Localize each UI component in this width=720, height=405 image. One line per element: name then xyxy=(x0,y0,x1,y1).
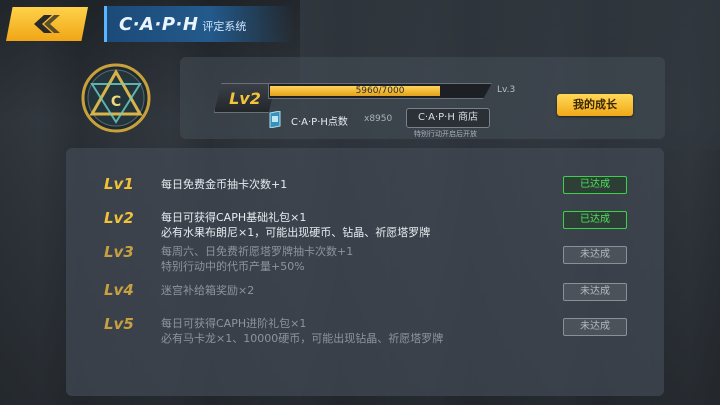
status-badge: 已达成 xyxy=(563,211,627,229)
page-title: C·A·P·H 评定系统 xyxy=(104,6,294,42)
current-level-text: Lv2 xyxy=(229,88,261,108)
title-main: C·A·P·H xyxy=(119,13,199,35)
row-level: Lv2 xyxy=(104,209,134,227)
row-level: Lv3 xyxy=(104,243,134,261)
caph-shop-button[interactable]: C·A·P·H 商店 xyxy=(406,108,490,128)
title-subtitle: 评定系统 xyxy=(202,20,247,33)
exp-progress-text: 5960/7000 xyxy=(355,86,405,96)
status-badge: 未达成 xyxy=(563,318,627,336)
row-level: Lv1 xyxy=(104,175,134,193)
row-level: Lv4 xyxy=(104,281,134,299)
row-desc-line1: 每日可获得CAPH进阶礼包×1 xyxy=(161,317,307,330)
status-badge: 未达成 xyxy=(563,283,627,301)
next-level-label: Lv.3 xyxy=(497,85,516,95)
row-desc-line2: 特别行动中的代币产量+50% xyxy=(161,260,305,273)
back-button[interactable] xyxy=(6,7,88,41)
points-value: x8950 xyxy=(364,114,393,124)
caph-emblem-icon: C xyxy=(81,63,151,133)
row-desc-line1: 每周六、日免费祈愿塔罗牌抽卡次数+1 xyxy=(161,245,354,258)
status-badge: 未达成 xyxy=(563,246,627,264)
row-desc-line2: 必有马卡龙×1、10000硬币，可能出现钻晶、祈愿塔罗牌 xyxy=(161,332,444,345)
caph-points-icon xyxy=(269,111,281,128)
row-desc-line1: 迷宫补给箱奖励×2 xyxy=(161,284,255,297)
row-desc-line1: 每日可获得CAPH基础礼包×1 xyxy=(161,211,307,224)
status-badge: 已达成 xyxy=(563,176,627,194)
exp-progress-bar: 5960/7000 xyxy=(268,83,492,99)
svg-text:C: C xyxy=(111,94,121,110)
row-desc-line1: 每日免费金币抽卡次数+1 xyxy=(161,178,288,191)
current-level-badge: Lv2 xyxy=(214,83,276,113)
points-label: C·A·P·H点数 xyxy=(291,117,348,128)
reward-list: Lv1 每日免费金币抽卡次数+1 已达成 Lv2 每日可获得CAPH基础礼包×1… xyxy=(66,148,664,396)
my-growth-button[interactable]: 我的成长 xyxy=(557,94,633,116)
row-level: Lv5 xyxy=(104,315,134,333)
row-desc-line2: 必有水果布朗尼×1，可能出现硬币、钻晶、祈愿塔罗牌 xyxy=(161,226,431,239)
back-arrow-icon xyxy=(34,15,60,33)
shop-unlock-note: 特别行动开启后开放 xyxy=(414,130,477,138)
